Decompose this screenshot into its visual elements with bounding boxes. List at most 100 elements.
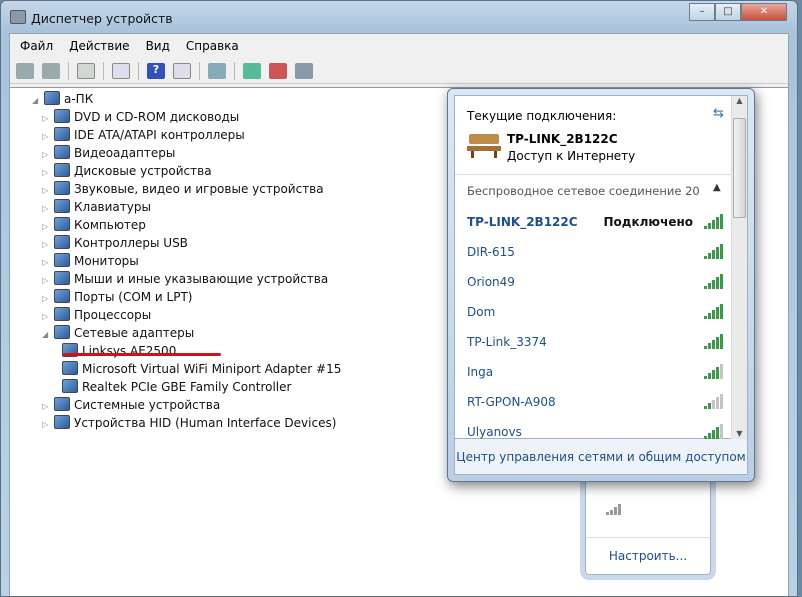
- scroll-thumb[interactable]: [733, 118, 746, 218]
- tree-item-label: Устройства HID (Human Interface Devices): [74, 416, 337, 430]
- menu-action[interactable]: Действие: [69, 39, 129, 53]
- refresh-icon[interactable]: ⇆: [713, 106, 724, 121]
- device-icon: [54, 127, 70, 141]
- network-item[interactable]: Inga: [467, 362, 723, 382]
- forward-icon[interactable]: [42, 62, 60, 79]
- network-item[interactable]: Dom: [467, 302, 723, 322]
- network-name: DIR-615: [467, 245, 515, 259]
- menu-view[interactable]: Вид: [146, 39, 170, 53]
- network-item[interactable]: DIR-615: [467, 242, 723, 262]
- properties-icon[interactable]: [112, 62, 130, 79]
- network-name: Inga: [467, 365, 494, 379]
- tree-category[interactable]: ▷ Видеоадаптеры: [42, 144, 175, 162]
- tree-category[interactable]: ▷ Компьютер: [42, 216, 146, 234]
- red-underline-annotation: [63, 353, 221, 356]
- device-icon: [54, 217, 70, 231]
- expand-arrow-icon[interactable]: ▷: [42, 416, 54, 434]
- network-center-link[interactable]: Центр управления сетями и общим доступом: [454, 439, 748, 475]
- tree-category[interactable]: ▷ Порты (COM и LPT): [42, 288, 192, 306]
- scroll-up-icon[interactable]: ▲: [732, 96, 747, 105]
- back-icon[interactable]: [16, 62, 34, 79]
- tree-item-label: Дисковые устройства: [74, 164, 212, 178]
- minimize-button[interactable]: –: [689, 3, 715, 21]
- tree-item-label: Компьютер: [74, 218, 146, 232]
- tree-item-label: Сетевые адаптеры: [74, 326, 195, 340]
- background-network-panel: Настроить...: [585, 470, 711, 575]
- device-icon: [54, 253, 70, 267]
- tree-item-label: Realtek PCIe GBE Family Controller: [82, 380, 292, 394]
- device-icon: [44, 91, 60, 105]
- tree-item-label: Звуковые, видео и игровые устройства: [74, 182, 324, 196]
- current-network-name: TP-LINK_2B122C: [507, 132, 618, 146]
- tree-category[interactable]: ▷ Системные устройства: [42, 396, 220, 414]
- tree-item-label: Мониторы: [74, 254, 139, 268]
- tree-device[interactable]: Linksys AE2500: [62, 342, 176, 360]
- toolbar: ?: [10, 58, 788, 84]
- signal-strength-icon: [704, 214, 723, 229]
- network-item[interactable]: Orion49: [467, 272, 723, 292]
- menu-help[interactable]: Справка: [186, 39, 239, 53]
- network-item[interactable]: TP-Link_3374: [467, 332, 723, 352]
- bench-network-icon: [467, 134, 501, 158]
- maximize-button[interactable]: □: [715, 3, 741, 21]
- signal-icon: [606, 503, 621, 515]
- close-button[interactable]: ✕: [741, 3, 787, 21]
- connection-status: Подключено: [603, 215, 694, 229]
- section-header: Беспроводное сетевое соединение 20: [467, 184, 700, 198]
- tree-item-label: Мыши и иные указывающие устройства: [74, 272, 329, 286]
- tree-item-label: Системные устройства: [74, 398, 221, 412]
- tree-device[interactable]: Microsoft Virtual WiFi Miniport Adapter …: [62, 360, 341, 378]
- network-item[interactable]: RT-GPON-A908: [467, 392, 723, 412]
- action-pane-icon[interactable]: [173, 62, 191, 79]
- disable-device-icon[interactable]: [269, 62, 287, 79]
- tree-category[interactable]: ▷ DVD и CD-ROM дисководы: [42, 108, 239, 126]
- tree-item-label: Видеоадаптеры: [74, 146, 176, 160]
- network-name: Ulyanovs: [467, 425, 522, 439]
- device-manager-icon: [10, 10, 26, 24]
- tree-category[interactable]: ▷ Клавиатуры: [42, 198, 151, 216]
- signal-strength-icon: [704, 394, 723, 409]
- window-title: Диспетчер устройств: [31, 11, 173, 26]
- signal-strength-icon: [704, 244, 723, 259]
- tree-category[interactable]: ▷ IDE ATA/ATAPI контроллеры: [42, 126, 245, 144]
- help-icon[interactable]: ?: [147, 62, 165, 79]
- network-name: RT-GPON-A908: [467, 395, 556, 409]
- uninstall-device-icon[interactable]: [295, 62, 313, 79]
- collapse-arrow-icon[interactable]: ◢: [42, 326, 54, 344]
- toolbar-separator: [234, 61, 235, 80]
- tree-category[interactable]: ▷ Контроллеры USB: [42, 234, 188, 252]
- tree-category[interactable]: ▷ Мыши и иные указывающие устройства: [42, 270, 328, 288]
- signal-strength-icon: [704, 334, 723, 349]
- signal-strength-icon: [704, 364, 723, 379]
- tree-category[interactable]: ▷ Дисковые устройства: [42, 162, 212, 180]
- collapse-chevron-icon[interactable]: ▲: [713, 182, 721, 193]
- device-icon: [54, 199, 70, 213]
- tree-root[interactable]: ◢ a-ПК: [32, 90, 93, 108]
- network-name: Dom: [467, 305, 496, 319]
- signal-strength-icon: [704, 304, 723, 319]
- update-driver-icon[interactable]: [243, 62, 261, 79]
- configure-link[interactable]: Настроить...: [586, 537, 710, 574]
- network-name: TP-Link_3374: [467, 335, 547, 349]
- tree-category[interactable]: ▷ Процессоры: [42, 306, 151, 324]
- tree-item-label: a-ПК: [64, 92, 94, 106]
- scrollbar[interactable]: ▲ ▼: [731, 96, 747, 440]
- tree-category[interactable]: ▷ Звуковые, видео и игровые устройства: [42, 180, 324, 198]
- menu-file[interactable]: Файл: [20, 39, 53, 53]
- tree-item-label: DVD и CD-ROM дисководы: [74, 110, 240, 124]
- tree-item-label: Процессоры: [74, 308, 152, 322]
- tree-category[interactable]: ◢ Сетевые адаптеры: [42, 324, 194, 342]
- device-icon: [54, 397, 70, 411]
- network-name: Orion49: [467, 275, 515, 289]
- signal-strength-icon: [704, 274, 723, 289]
- network-item[interactable]: TP-LINK_2B122C Подключено: [467, 212, 723, 232]
- show-hide-tree-icon[interactable]: [77, 62, 95, 79]
- tree-item-label: Порты (COM и LPT): [74, 290, 193, 304]
- tree-device[interactable]: Realtek PCIe GBE Family Controller: [62, 378, 291, 396]
- tree-category[interactable]: ▷ Устройства HID (Human Interface Devices…: [42, 414, 336, 432]
- toolbar-separator: [68, 61, 69, 80]
- scroll-down-icon[interactable]: ▼: [732, 429, 747, 438]
- scan-hardware-icon[interactable]: [208, 62, 226, 79]
- toolbar-separator: [103, 61, 104, 80]
- tree-category[interactable]: ▷ Мониторы: [42, 252, 139, 270]
